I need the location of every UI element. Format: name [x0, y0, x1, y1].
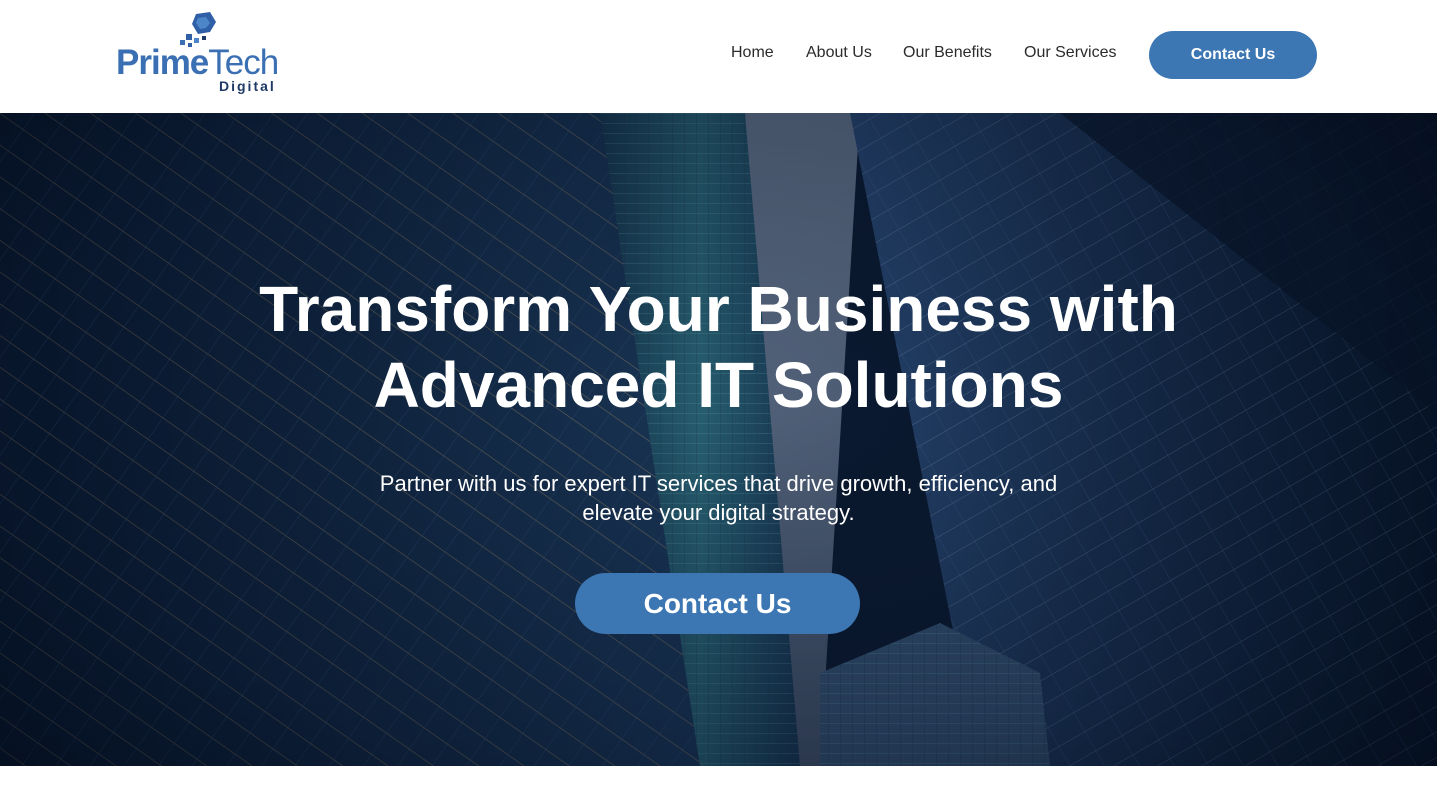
nav-about-us[interactable]: About Us — [806, 44, 872, 62]
brand-tagline: Digital — [219, 78, 276, 94]
page-content-below-hero — [0, 766, 1437, 809]
brand-logo[interactable]: PrimeTech Digital — [116, 12, 286, 96]
brand-wordmark: PrimeTech — [116, 43, 279, 82]
hero-subtitle: Partner with us for expert IT services t… — [379, 471, 1058, 525]
hero-section: Transform Your Business with Advanced IT… — [0, 113, 1437, 766]
hero-contact-button[interactable]: Contact Us — [575, 573, 860, 634]
header-contact-button[interactable]: Contact Us — [1149, 31, 1317, 79]
site-header: PrimeTech Digital Home About Us Our Bene… — [0, 0, 1437, 113]
hero-overlay — [0, 113, 1437, 766]
nav-home[interactable]: Home — [731, 44, 774, 62]
nav-our-benefits[interactable]: Our Benefits — [903, 44, 992, 62]
hero-title: Transform Your Business with Advanced IT… — [259, 273, 1178, 421]
nav-our-services[interactable]: Our Services — [1024, 44, 1116, 62]
